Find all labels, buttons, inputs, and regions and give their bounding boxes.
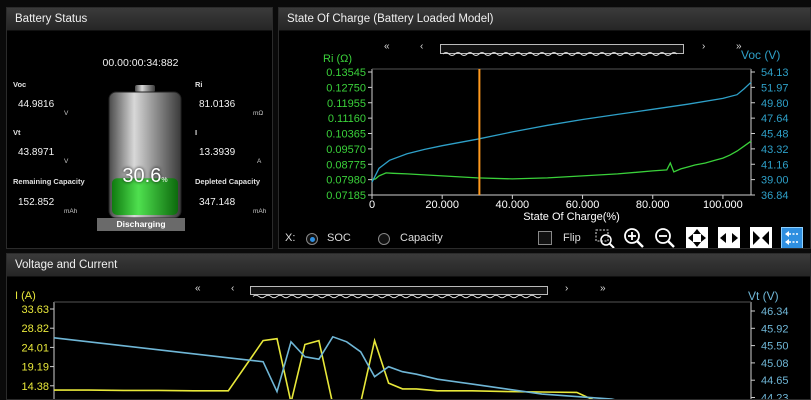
soc-radio-label: SOC <box>327 232 351 244</box>
soc-left-tick-label: 0.10365 <box>326 129 366 141</box>
ri-label: Ri <box>195 80 203 89</box>
soc-x-tick-label: 100.000 <box>703 199 743 211</box>
current-label: I <box>195 128 198 137</box>
current-unit: A <box>257 158 262 165</box>
vt-value: 43.8971 <box>18 147 55 158</box>
current-series-line <box>54 337 594 399</box>
remaining-capacity-unit: mAh <box>64 208 78 215</box>
vc-right-tick-label: 44.65 <box>761 375 789 387</box>
soc-right-axis-label: Voc (V) <box>741 48 780 62</box>
soc-x-tick-label: 0 <box>369 199 375 211</box>
zoom-out-icon[interactable] <box>654 227 676 248</box>
elapsed-timer: 00.00:00:34:882 <box>102 57 179 69</box>
soc-left-tick-label: 0.08775 <box>326 159 366 171</box>
flip-checkbox[interactable] <box>538 231 552 245</box>
fit-all-icon[interactable] <box>686 227 708 248</box>
soc-right-tick-label: 39.00 <box>761 175 789 187</box>
soc-x-axis-title: State Of Charge(%) <box>523 211 620 223</box>
battery-icon <box>106 85 184 220</box>
soc-percent-symbol: % <box>161 177 168 184</box>
vc-left-tick-label: 19.19 <box>21 362 49 374</box>
vc-left-tick-label: 33.63 <box>21 304 49 316</box>
current-value: 13.3939 <box>199 147 236 158</box>
soc-right-tick-label: 47.64 <box>761 113 789 125</box>
soc-x-tick-label: 40.000 <box>496 199 530 211</box>
soc-left-tick-label: 0.07980 <box>326 175 366 187</box>
soc-right-tick-label: 51.97 <box>761 82 789 94</box>
remaining-capacity-value: 152.852 <box>18 197 55 208</box>
pan-tool-icon[interactable] <box>781 227 803 248</box>
depleted-capacity-value: 347.148 <box>199 197 236 208</box>
soc-right-tick-label: 45.48 <box>761 129 789 141</box>
soc-percent-text: 30.6 <box>122 165 162 187</box>
ri-series-line <box>371 140 752 181</box>
soc-left-tick-label: 0.11160 <box>328 113 366 125</box>
soc-right-tick-label: 54.13 <box>761 67 789 79</box>
vc-right-axis-label: Vt (V) <box>748 289 779 303</box>
vc-left-axis-label: I (A) <box>15 290 36 302</box>
battery-status-panel: Battery Status 00.00:00:34:882 Voc 44.98… <box>6 7 273 249</box>
soc-left-tick-label: 0.11955 <box>327 98 366 110</box>
remaining-capacity-label: Remaining Capacity <box>13 177 85 186</box>
x-axis-option-label: X: <box>285 232 296 244</box>
battery-state-badge: Discharging <box>97 218 185 231</box>
soc-x-tick-label: 60.000 <box>566 199 600 211</box>
soc-chart-panel: State Of Charge (Battery Loaded Model) «… <box>278 7 811 249</box>
voc-series-line <box>371 81 752 183</box>
ri-value: 81.0136 <box>199 99 236 110</box>
battery-status-title: Battery Status <box>7 8 272 31</box>
depleted-capacity-label: Depleted Capacity <box>195 177 261 186</box>
voltage-current-chart[interactable]: I (A)Vt (V)33.6328.8224.0119.1914.389.57… <box>7 254 811 400</box>
vc-right-tick-label: 45.08 <box>761 358 789 370</box>
vc-left-tick-label: 28.82 <box>21 323 49 335</box>
zoom-rect-icon[interactable] <box>594 227 616 248</box>
vt-label: Vt <box>13 128 21 137</box>
soc-right-tick-label: 43.32 <box>761 144 789 156</box>
soc-x-tick-label: 80.000 <box>636 199 670 211</box>
soc-x-tick-label: 20.000 <box>425 199 459 211</box>
vc-left-tick-label: 14.38 <box>21 381 49 393</box>
capacity-radio-label: Capacity <box>400 232 443 244</box>
soc-radio[interactable] <box>306 233 318 245</box>
capacity-radio[interactable] <box>378 233 390 245</box>
voltage-current-panel: Voltage and Current « ‹ › » I (A) Vt (V) 3… <box>6 253 811 400</box>
soc-left-axis-label: Ri (Ω) <box>323 53 352 65</box>
ri-unit: mΩ <box>253 110 264 117</box>
flip-label: Flip <box>563 232 581 244</box>
soc-radio-dot <box>310 237 315 242</box>
soc-chart[interactable]: Ri (Ω) Voc (V) 0.13545 0.12750 0.11955 0.1116… <box>279 8 811 249</box>
zoom-in-icon[interactable] <box>623 227 645 248</box>
vc-right-tick-label: 45.50 <box>761 341 789 353</box>
depleted-capacity-unit: mAh <box>253 208 267 215</box>
vc-right-tick-label: 45.92 <box>761 323 789 335</box>
vc-right-tick-label: 46.34 <box>761 306 789 318</box>
soc-right-tick-label: 41.16 <box>761 159 789 171</box>
soc-left-tick-label: 0.09570 <box>326 144 366 156</box>
soc-left-tick-label: 0.07185 <box>326 190 366 202</box>
soc-left-tick-label: 0.12750 <box>326 82 366 94</box>
vt-unit: V <box>64 158 69 165</box>
soc-right-tick-label: 36.84 <box>761 190 789 202</box>
soc-right-tick-label: 49.80 <box>761 98 789 110</box>
fit-vertical-icon[interactable] <box>750 227 772 248</box>
voc-value: 44.9816 <box>18 99 55 110</box>
fit-horizontal-icon[interactable] <box>718 227 740 248</box>
vc-right-tick-label: 44.23 <box>761 393 789 400</box>
voc-unit: V <box>64 110 69 117</box>
vc-left-tick-label: 24.01 <box>21 342 49 354</box>
soc-left-tick-label: 0.13545 <box>326 67 366 79</box>
voc-label: Voc <box>13 80 27 89</box>
